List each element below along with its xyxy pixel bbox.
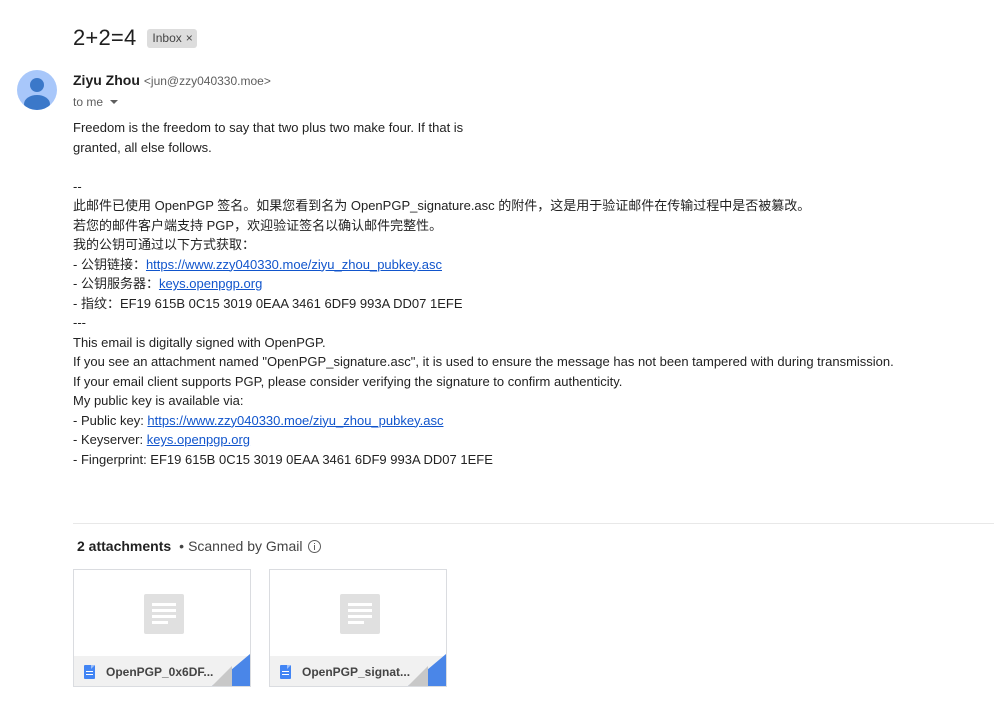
link-prefix: - Keyserver: bbox=[73, 432, 147, 447]
attachment-thumbnail bbox=[270, 570, 446, 656]
body-line: My public key is available via: bbox=[73, 393, 244, 408]
recipient-text: to me bbox=[73, 95, 104, 109]
link-prefix: - 公钥链接： bbox=[73, 256, 146, 272]
attachment-name: OpenPGP_0x6DF... bbox=[106, 665, 214, 679]
body-line: --- bbox=[73, 315, 86, 330]
signature-separator: -- bbox=[73, 178, 82, 194]
sender-avatar[interactable] bbox=[17, 70, 57, 110]
folded-corner-shadow bbox=[212, 666, 232, 686]
scanned-by-gmail-text: Scanned by Gmail bbox=[188, 538, 303, 554]
body-line: This email is digitally signed with Open… bbox=[73, 334, 326, 350]
subject-row: 2+2=4 Inbox × bbox=[73, 25, 197, 51]
sender-email: <jun@zzy040330.moe> bbox=[143, 74, 271, 88]
pubkey-link-en[interactable]: https://www.zzy040330.moe/ziyu_zhou_pubk… bbox=[147, 413, 443, 428]
body-line: granted, all else follows. bbox=[73, 139, 212, 155]
body-line: Freedom is the freedom to say that two p… bbox=[73, 120, 464, 135]
keyserver-link-cn[interactable]: keys.openpgp.org bbox=[159, 276, 262, 291]
info-icon[interactable] bbox=[308, 539, 322, 553]
document-placeholder-icon bbox=[340, 594, 380, 634]
doc-file-icon bbox=[280, 665, 291, 679]
remove-label-icon[interactable]: × bbox=[186, 31, 193, 45]
body-line: - Public key: https://www.zzy040330.moe/… bbox=[73, 411, 973, 431]
attachment-name: OpenPGP_signat... bbox=[302, 665, 411, 679]
attachment-card[interactable]: OpenPGP_0x6DF... bbox=[73, 569, 251, 687]
link-prefix: - 公钥服务器： bbox=[73, 276, 159, 291]
body-line: 我的公钥可通过以下方式获取： bbox=[73, 237, 256, 252]
keyserver-link-en[interactable]: keys.openpgp.org bbox=[147, 432, 250, 447]
attachment-card[interactable]: OpenPGP_signat... bbox=[269, 569, 447, 687]
person-icon bbox=[24, 78, 50, 110]
body-line: - Keyserver: keys.openpgp.org bbox=[73, 430, 973, 450]
body-line: 若您的邮件客户端支持 PGP，欢迎验证签名以确认邮件完整性。 bbox=[73, 217, 443, 233]
body-line: - 指纹：EF19 615B 0C15 3019 0EAA 3461 6DF9 … bbox=[73, 295, 463, 311]
show-details-caret-icon[interactable] bbox=[110, 100, 119, 104]
inbox-label-text: Inbox bbox=[152, 31, 182, 45]
body-line: If your email client supports PGP, pleas… bbox=[73, 373, 623, 389]
attachments-count: 2 attachments bbox=[77, 538, 172, 554]
inbox-label-chip[interactable]: Inbox × bbox=[147, 28, 197, 48]
email-subject: 2+2=4 bbox=[73, 25, 137, 50]
attachment-thumbnail bbox=[74, 570, 250, 656]
sender-name[interactable]: Ziyu Zhou bbox=[73, 72, 140, 88]
link-prefix: - Public key: bbox=[73, 412, 148, 428]
body-line: - Fingerprint: EF19 615B 0C15 3019 0EAA … bbox=[73, 451, 493, 467]
document-placeholder-icon bbox=[144, 594, 184, 634]
body-line: 此邮件已使用 OpenPGP 签名。如果您看到名为 OpenPGP_signat… bbox=[73, 198, 811, 213]
pubkey-link-cn[interactable]: https://www.zzy040330.moe/ziyu_zhou_pubk… bbox=[146, 257, 442, 272]
doc-file-icon bbox=[84, 665, 95, 679]
message-body: Freedom is the freedom to say that two p… bbox=[73, 118, 973, 469]
attachments-header: 2 attachments • Scanned by Gmail bbox=[77, 538, 322, 554]
body-line: If you see an attachment named "OpenPGP_… bbox=[73, 354, 894, 369]
recipient-row[interactable]: to me bbox=[73, 95, 119, 109]
folded-corner-shadow bbox=[408, 666, 428, 686]
sender-row: Ziyu Zhou <jun@zzy040330.moe> bbox=[73, 72, 271, 88]
body-line: - 公钥链接：https://www.zzy040330.moe/ziyu_zh… bbox=[73, 255, 973, 275]
attachments-divider bbox=[73, 523, 994, 524]
bullet-separator: • bbox=[179, 538, 185, 554]
body-line: - 公钥服务器：keys.openpgp.org bbox=[73, 274, 973, 294]
